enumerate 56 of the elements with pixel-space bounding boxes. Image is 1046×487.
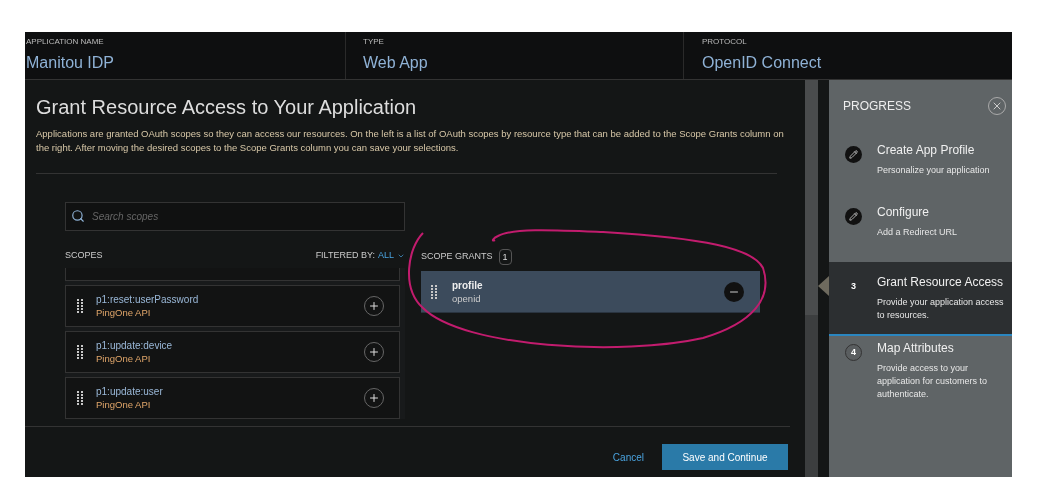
step-title: Grant Resource Access [877, 276, 1004, 289]
search-field[interactable]: Search scopes [65, 202, 405, 231]
scope-name: profile [452, 278, 484, 292]
plus-icon [368, 300, 380, 312]
progress-step[interactable]: 4 Map Attributes Provide access to your application for customers to authenticate. [829, 336, 1012, 424]
chevron-down-icon [397, 252, 405, 260]
close-icon [991, 100, 1003, 112]
scope-item[interactable]: p1:update:user PingOne API [65, 377, 400, 419]
step-number: 4 [845, 344, 862, 361]
scope-item[interactable]: p1:update:device PingOne API [65, 331, 400, 373]
count-badge: 1 [498, 249, 512, 265]
scopes-label: SCOPES [65, 249, 103, 263]
field-label: PROTOCOL [702, 37, 748, 47]
step-title: Configure [877, 206, 931, 219]
scrollbar-thumb[interactable] [805, 80, 818, 315]
drag-handle-icon[interactable] [431, 284, 437, 299]
page-description: Applications are granted OAuth scopes so they can access our resources. On the left is a list of OAuth scopes by resource type that can be added to the Scope Grants column on the right. After moving the desired scopes to the Scope Grants column you can save your selections. [36, 127, 785, 155]
resource-name: PingOne API [96, 398, 152, 411]
drag-handle-icon[interactable] [77, 345, 83, 359]
field-label: TYPE [363, 37, 385, 47]
step-description: Provide access to your application for customers to authenticate. [877, 362, 989, 401]
plus-icon [368, 392, 380, 404]
step-description: Personalize your application [877, 164, 991, 177]
field-value: Web App [363, 53, 429, 73]
pencil-icon [845, 146, 862, 163]
drag-handle-icon[interactable] [77, 299, 83, 313]
search-icon [71, 209, 85, 223]
resource-name: PingOne API [96, 352, 152, 365]
pencil-icon [845, 208, 862, 225]
pointer-icon [818, 276, 829, 296]
step-number: 3 [850, 279, 857, 293]
save-button[interactable]: Save and Continue [662, 444, 788, 470]
step-description: Provide your application access to resources. [877, 296, 1004, 322]
progress-step[interactable]: Create App Profile Personalize your application [829, 138, 1012, 200]
drag-handle-icon[interactable] [77, 391, 83, 405]
remove-button[interactable] [724, 281, 744, 302]
resource-name: PingOne API [96, 306, 152, 319]
scope-grants-label: SCOPE GRANTS [421, 250, 493, 264]
step-title: Map Attributes [877, 342, 955, 355]
filter-dropdown[interactable]: FILTERED BY: ALL [315, 249, 405, 263]
step-title: Create App Profile [877, 144, 976, 157]
cancel-button[interactable]: Cancel [612, 449, 644, 465]
scope-name: p1:update:user [96, 385, 164, 398]
field-value: OpenID Connect [702, 53, 823, 73]
step-description: Add a Redirect URL [877, 226, 959, 239]
panel-title: PROGRESS [843, 98, 911, 115]
progress-step[interactable]: Configure Add a Redirect URL [829, 200, 1012, 262]
scope-item[interactable]: p1:reset:userPassword PingOne API [65, 285, 400, 327]
page-title: Grant Resource Access to Your Application [36, 95, 418, 120]
scope-name: p1:update:device [96, 339, 174, 352]
field-label: APPLICATION NAME [26, 37, 105, 47]
granted-scope[interactable]: profile openid [421, 271, 760, 313]
resource-name: openid [452, 291, 482, 305]
plus-icon [368, 346, 380, 358]
scope-name: p1:reset:userPassword [96, 293, 200, 306]
field-value: Manitou IDP [26, 53, 116, 73]
